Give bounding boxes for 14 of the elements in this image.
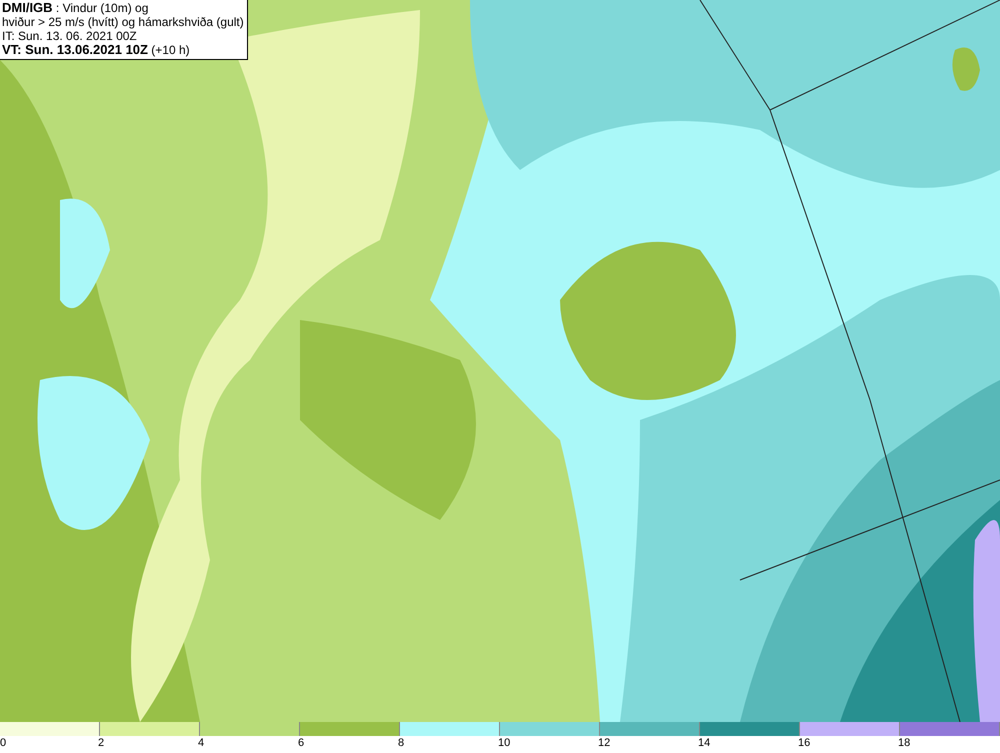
legend-label: 14	[698, 737, 710, 749]
legend-label: 18	[898, 737, 910, 749]
legend-label: 2	[98, 737, 104, 749]
legend-label: 0	[0, 737, 6, 749]
legend-label: 6	[298, 737, 304, 749]
header-line: hviður > 25 m/s (hvítt) og hámarkshviða (gult)	[2, 15, 244, 29]
legend-label: 16	[798, 737, 810, 749]
legend-label: 4	[198, 737, 204, 749]
legend-label: 10	[498, 737, 510, 749]
header-line: VT: Sun. 13.06.2021 10Z (+10 h)	[2, 43, 191, 57]
legend-label: 12	[598, 737, 610, 749]
legend-label: 8	[398, 737, 404, 749]
header-line: IT: Sun. 13. 06. 2021 00Z	[2, 29, 138, 43]
header-line: DMI/IGB : Vindur (10m) og	[2, 1, 150, 15]
